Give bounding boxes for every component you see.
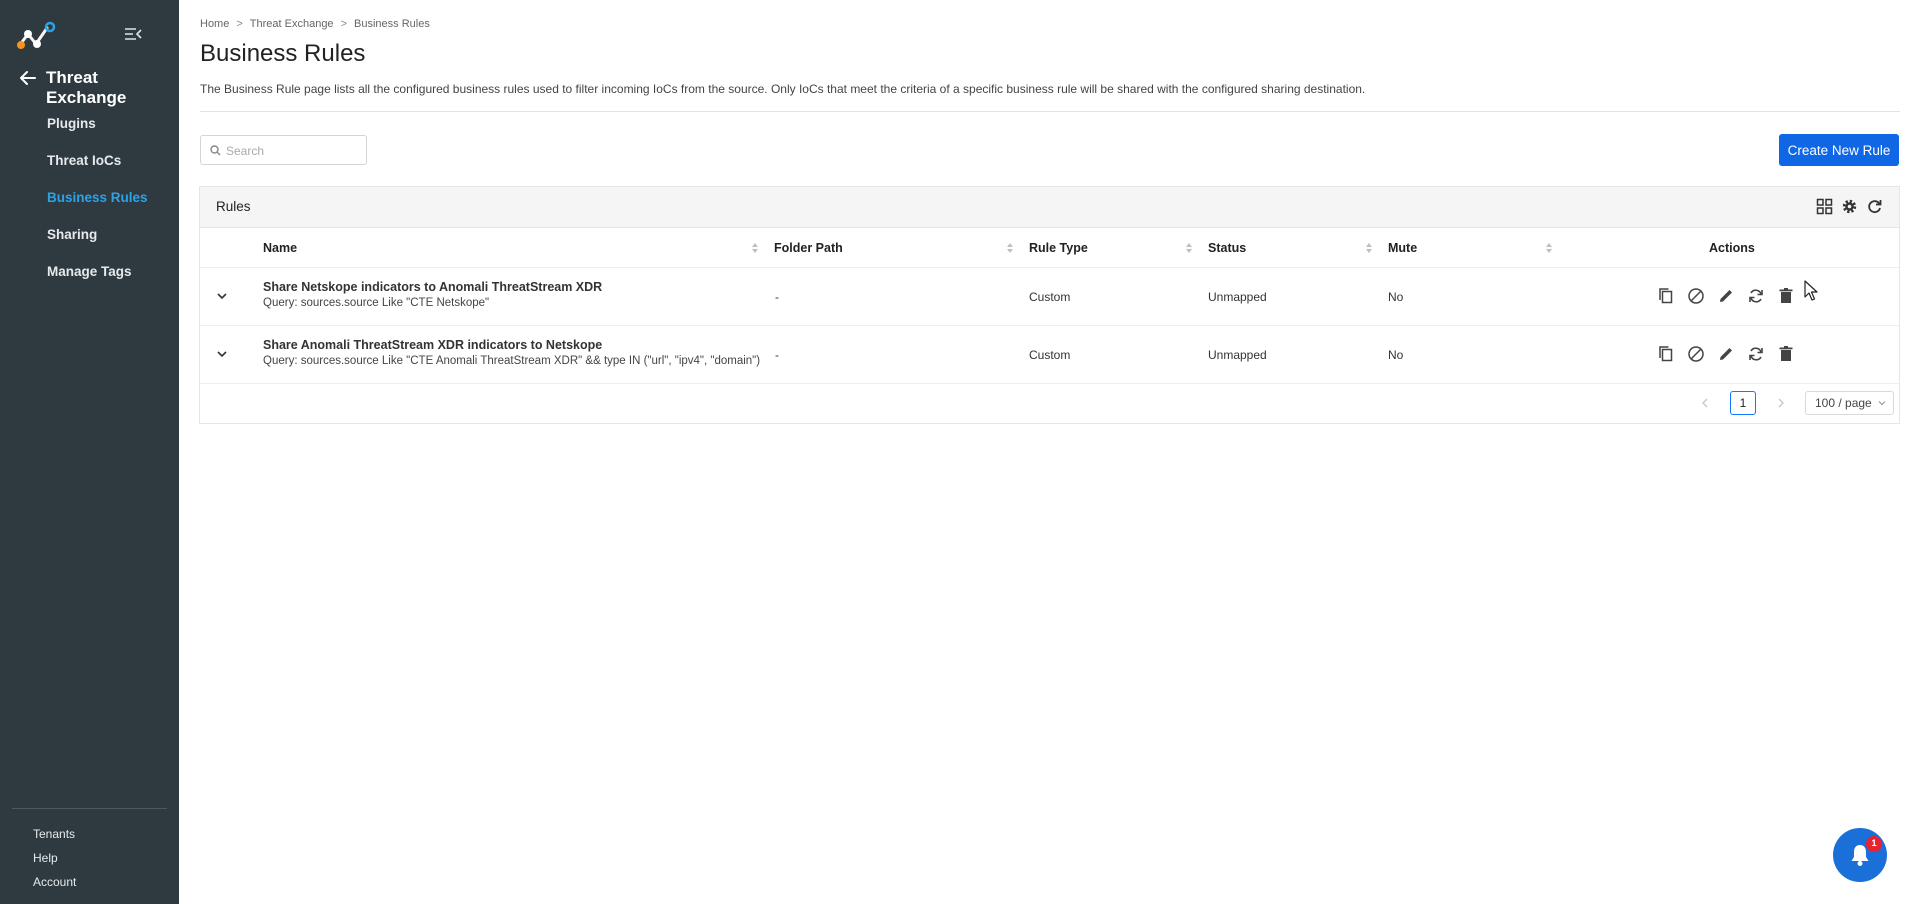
disable-icon[interactable] [1686, 344, 1706, 364]
breadcrumb-separator: > [236, 18, 243, 30]
rule-name-cell: Share Netskope indicators to Anomali Thr… [263, 280, 602, 309]
rule-type-cell: Custom [1029, 348, 1071, 362]
mute-cell: No [1388, 290, 1404, 304]
sort-icon[interactable] [1365, 242, 1373, 254]
folder-path-cell: - [775, 290, 779, 304]
sidebar-item-tenants[interactable]: Tenants [33, 822, 76, 846]
gear-icon[interactable] [1841, 198, 1858, 215]
sidebar-bottom-nav: Tenants Help Account [33, 822, 76, 894]
table-header: Name Folder Path Rule Type Status Mute A… [200, 228, 1899, 268]
create-new-rule-button[interactable]: Create New Rule [1779, 134, 1899, 166]
card-header-actions [1816, 198, 1883, 215]
sort-icon[interactable] [751, 242, 759, 254]
row-actions [1656, 286, 1796, 306]
sort-icon[interactable] [1185, 242, 1193, 254]
notifications-button[interactable]: 1 [1833, 828, 1887, 882]
sort-icon[interactable] [1006, 242, 1014, 254]
header-divider [200, 111, 1900, 112]
copy-icon[interactable] [1656, 286, 1676, 306]
sidebar-item-business-rules[interactable]: Business Rules [0, 179, 179, 216]
column-header-mute[interactable]: Mute [1388, 228, 1417, 268]
delete-icon[interactable] [1776, 344, 1796, 364]
sidebar-divider [12, 808, 167, 809]
rules-card-title: Rules [216, 199, 251, 214]
edit-icon[interactable] [1716, 286, 1736, 306]
page-number-button[interactable]: 1 [1730, 391, 1756, 415]
section-title: Threat Exchange [46, 68, 127, 107]
copy-icon[interactable] [1656, 344, 1676, 364]
mute-cell: No [1388, 348, 1404, 362]
page-description: The Business Rule page lists all the con… [200, 82, 1366, 96]
breadcrumb-home[interactable]: Home [200, 18, 229, 30]
sidebar: Threat Exchange Plugins Threat IoCs Busi… [0, 0, 179, 904]
rule-query: Query: sources.source Like "CTE Anomali … [263, 355, 761, 367]
sort-icon[interactable] [1545, 242, 1553, 254]
rule-name[interactable]: Share Anomali ThreatStream XDR indicator… [263, 338, 760, 352]
sidebar-item-sharing[interactable]: Sharing [0, 216, 179, 253]
page-title: Business Rules [200, 40, 366, 67]
column-header-rule-type[interactable]: Rule Type [1029, 228, 1088, 268]
rule-name-cell: Share Anomali ThreatStream XDR indicator… [263, 338, 760, 367]
collapse-menu-icon[interactable] [124, 26, 142, 42]
sidebar-item-manage-tags[interactable]: Manage Tags [0, 253, 179, 290]
edit-icon[interactable] [1716, 344, 1736, 364]
column-header-name[interactable]: Name [263, 228, 297, 268]
sync-icon[interactable] [1746, 286, 1766, 306]
table-row[interactable]: Share Anomali ThreatStream XDR indicator… [200, 326, 1899, 384]
mouse-cursor-icon [1804, 280, 1818, 301]
page-size-select[interactable]: 100 / page [1805, 391, 1894, 415]
rule-name[interactable]: Share Netskope indicators to Anomali Thr… [263, 280, 602, 294]
table-row[interactable]: Share Netskope indicators to Anomali Thr… [200, 268, 1899, 326]
search-input[interactable] [226, 141, 362, 160]
netskope-logo-icon[interactable] [16, 20, 60, 50]
rule-query: Query: sources.source Like "CTE Netskope… [263, 297, 490, 309]
sidebar-item-threat-iocs[interactable]: Threat IoCs [0, 142, 179, 179]
page-size-value: 100 / page [1815, 396, 1872, 410]
next-page-icon[interactable] [1773, 395, 1789, 411]
expand-row-icon[interactable] [214, 288, 230, 304]
breadcrumb-threat-exchange[interactable]: Threat Exchange [250, 18, 334, 30]
chevron-down-icon [1878, 401, 1886, 406]
prev-page-icon[interactable] [1697, 395, 1713, 411]
pagination: 1 100 / page [1697, 390, 1894, 416]
rule-type-cell: Custom [1029, 290, 1071, 304]
status-cell: Unmapped [1208, 290, 1267, 304]
sidebar-item-account[interactable]: Account [33, 870, 76, 894]
rules-card: Rules Name Folder Path Rule Type Status [199, 186, 1900, 424]
row-actions [1656, 344, 1796, 364]
search-box [200, 135, 367, 165]
sync-icon[interactable] [1746, 344, 1766, 364]
sidebar-item-help[interactable]: Help [33, 846, 76, 870]
grid-icon[interactable] [1816, 198, 1833, 215]
folder-path-cell: - [775, 348, 779, 362]
column-header-actions: Actions [1709, 241, 1755, 255]
sidebar-nav: Plugins Threat IoCs Business Rules Shari… [0, 105, 179, 290]
breadcrumb-separator: > [340, 18, 347, 30]
column-header-status[interactable]: Status [1208, 228, 1246, 268]
status-cell: Unmapped [1208, 348, 1267, 362]
rules-card-header: Rules [200, 187, 1899, 228]
back-arrow-icon[interactable] [18, 68, 38, 88]
breadcrumb: Home > Threat Exchange > Business Rules [200, 18, 430, 30]
search-icon [210, 145, 221, 156]
delete-icon[interactable] [1776, 286, 1796, 306]
notification-badge: 1 [1866, 836, 1882, 852]
disable-icon[interactable] [1686, 286, 1706, 306]
column-header-folder-path[interactable]: Folder Path [774, 228, 843, 268]
refresh-icon[interactable] [1866, 198, 1883, 215]
sidebar-item-plugins[interactable]: Plugins [0, 105, 179, 142]
breadcrumb-business-rules: Business Rules [354, 18, 430, 30]
expand-row-icon[interactable] [214, 346, 230, 362]
